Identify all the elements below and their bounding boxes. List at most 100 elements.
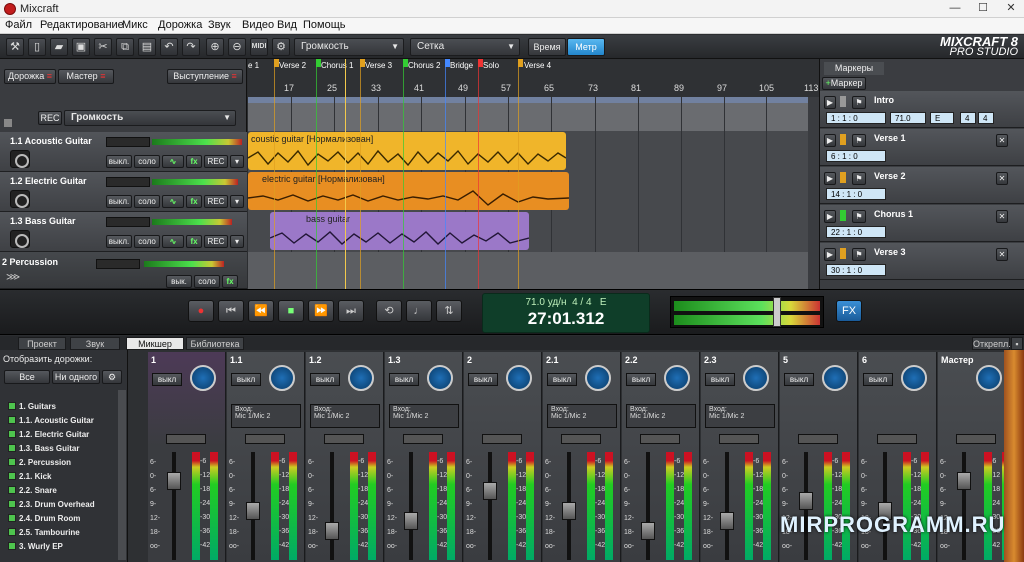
gear-icon[interactable]: ⚙ — [102, 370, 122, 384]
metronome-button[interactable]: ♩ — [406, 300, 432, 322]
gain-knob[interactable] — [664, 365, 690, 391]
marker-row[interactable]: ▶ ⚑ Verse 1 6 : 1 : 0 ✕ — [820, 129, 1024, 166]
list-item[interactable]: 1.1. Acoustic Guitar — [8, 416, 94, 425]
gain-knob[interactable] — [585, 365, 611, 391]
volume-fader[interactable] — [562, 502, 576, 520]
menu-edit[interactable]: Редактирование — [40, 19, 124, 31]
settings-icon[interactable]: ⚒ — [6, 38, 24, 56]
menu-file[interactable]: Файл — [5, 19, 32, 31]
mute-button[interactable]: выкл — [310, 373, 340, 386]
list-item[interactable]: 3. Wurly EP — [8, 542, 63, 551]
marker-label[interactable]: e 1 — [248, 61, 259, 70]
track-row[interactable]: 2 Percussion вык. соло fx ⋙ — [0, 252, 247, 289]
pan-slider[interactable] — [106, 217, 150, 227]
tab-mixer[interactable]: Микшер — [126, 337, 184, 350]
chevron-down-icon[interactable]: ▾ — [230, 155, 244, 168]
marker-label[interactable]: Solo — [483, 61, 499, 70]
checkbox[interactable] — [8, 444, 16, 452]
solo-button[interactable]: соло — [134, 195, 160, 208]
checkbox[interactable] — [8, 514, 16, 522]
mute-button[interactable]: выкл. — [106, 235, 132, 248]
show-none-button[interactable]: Ни одного — [52, 370, 100, 384]
pan-slider[interactable] — [166, 434, 206, 444]
color-swatch[interactable] — [840, 210, 846, 221]
gain-knob[interactable] — [190, 365, 216, 391]
mute-button[interactable]: выкл — [231, 373, 261, 386]
list-item[interactable]: 2.4. Drum Room — [8, 514, 80, 523]
new-file-icon[interactable]: ▯ — [28, 38, 46, 56]
checkbox[interactable] — [8, 416, 16, 424]
volume-fader[interactable] — [720, 512, 734, 530]
flag-icon[interactable]: ⚑ — [852, 248, 866, 261]
pan-slider[interactable] — [403, 434, 443, 444]
input-select[interactable]: Вход: Mic 1/Mic 2 — [310, 404, 380, 428]
zoom-in-icon[interactable]: ⊕ — [206, 38, 224, 56]
automation-select[interactable]: Громкость ▼ — [64, 110, 236, 126]
volume-fader[interactable] — [483, 482, 497, 500]
mute-button[interactable]: выкл — [389, 373, 419, 386]
rec-button[interactable]: REC — [204, 235, 228, 248]
close-icon[interactable]: ✕ — [996, 134, 1008, 147]
pan-slider[interactable] — [798, 434, 838, 444]
time-button[interactable]: Время — [528, 38, 566, 56]
track-row[interactable]: 1.2 Electric Guitar выкл. соло ∿ fx REC … — [0, 172, 247, 212]
pan-slider[interactable] — [956, 434, 996, 444]
marker-key[interactable]: E — [930, 112, 954, 124]
marker-time[interactable]: 6 : 1 : 0 — [826, 150, 886, 162]
redo-icon[interactable]: ↷ — [182, 38, 200, 56]
track-row[interactable]: 1.3 Bass Guitar выкл. соло ∿ fx REC ▾ — [0, 212, 247, 252]
close-button[interactable]: ✕ — [1000, 1, 1022, 16]
marker-label[interactable]: Chorus 1 — [321, 61, 353, 70]
chevron-down-icon[interactable]: ▾ — [230, 235, 244, 248]
fx-button[interactable]: fx — [186, 195, 202, 208]
checkbox[interactable] — [8, 402, 16, 410]
menu-view[interactable]: Вид — [277, 19, 297, 31]
flag-icon[interactable]: ⚑ — [852, 134, 866, 147]
flag-icon[interactable]: ⚑ — [852, 210, 866, 223]
midi-icon[interactable]: MIDI — [250, 38, 268, 56]
volume-fader[interactable] — [325, 522, 339, 540]
go-to-start-button[interactable]: ⏮ — [218, 300, 244, 322]
rec-all-button[interactable]: REC — [38, 111, 62, 125]
mute-button[interactable]: выкл — [468, 373, 498, 386]
close-icon[interactable]: ✕ — [996, 172, 1008, 185]
menu-video[interactable]: Видео — [242, 19, 274, 31]
pan-slider[interactable] — [561, 434, 601, 444]
volume-fader[interactable] — [957, 472, 971, 490]
pan-slider[interactable] — [640, 434, 680, 444]
show-all-button[interactable]: Все — [4, 370, 50, 384]
flag-icon[interactable]: ⚑ — [852, 96, 866, 109]
fx-button[interactable]: FX — [836, 300, 862, 322]
checkbox[interactable] — [8, 486, 16, 494]
input-select[interactable]: Вход: Mic 1/Mic 2 — [389, 404, 459, 428]
gain-knob[interactable] — [506, 365, 532, 391]
cut-icon[interactable]: ✂ — [94, 38, 112, 56]
marker-time[interactable]: 1 : 1 : 0 — [826, 112, 886, 124]
tab-project[interactable]: Проект — [18, 337, 66, 350]
play-icon[interactable]: ▶ — [824, 172, 836, 185]
mute-button[interactable]: выкл — [863, 373, 893, 386]
rec-button[interactable]: REC — [204, 155, 228, 168]
pan-slider[interactable] — [245, 434, 285, 444]
pan-slider[interactable] — [877, 434, 917, 444]
volume-fader[interactable] — [799, 492, 813, 510]
mute-button[interactable]: выкл — [626, 373, 656, 386]
tempo-button[interactable]: ⇅ — [436, 300, 462, 322]
marker-label[interactable]: Verse 4 — [524, 61, 551, 70]
stop-button[interactable]: ■ — [278, 300, 304, 322]
pan-slider[interactable] — [719, 434, 759, 444]
undock-button[interactable]: Открепл. — [972, 337, 1011, 350]
close-icon[interactable]: ▪ — [1011, 337, 1023, 350]
timeline[interactable]: e 1 Verse 2 Chorus 1 Verse 3 Chorus 2 Br… — [248, 59, 819, 289]
perform-button[interactable]: Выступление ≡ — [167, 69, 243, 84]
pan-slider[interactable] — [324, 434, 364, 444]
gain-knob[interactable] — [976, 365, 1002, 391]
gear-icon[interactable]: ⚙ — [272, 38, 290, 56]
gain-knob[interactable] — [901, 365, 927, 391]
input-select[interactable]: Вход: Mic 1/Mic 2 — [705, 404, 775, 428]
mute-button[interactable]: выкл. — [106, 155, 132, 168]
automation-icon[interactable]: ∿ — [162, 155, 184, 168]
go-to-end-button[interactable]: ⏭ — [338, 300, 364, 322]
menu-track[interactable]: Дорожка — [158, 19, 202, 31]
marker-tempo[interactable]: 71.0 — [890, 112, 926, 124]
